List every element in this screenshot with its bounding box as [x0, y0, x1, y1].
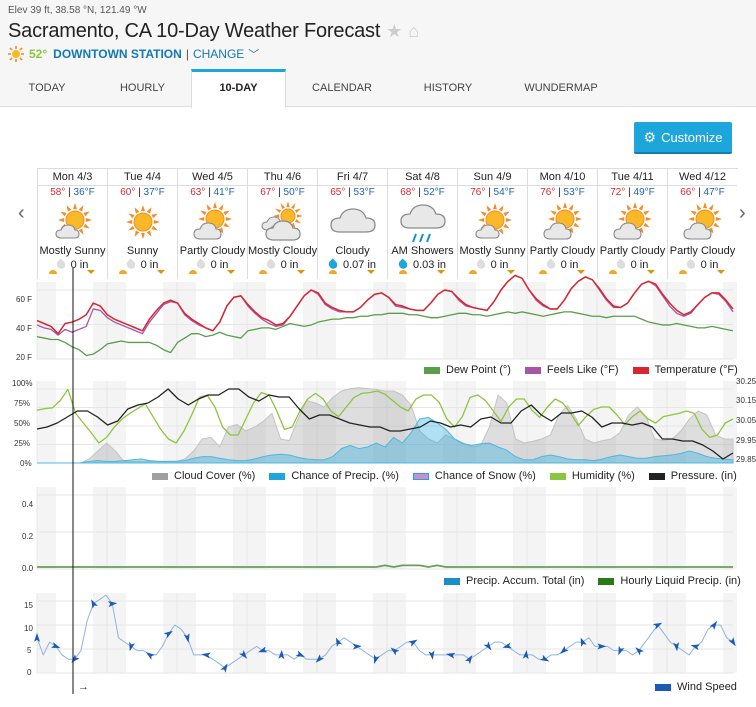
precip-legend: Precip. Accum. Total (in) Hourly Liquid …	[430, 575, 741, 587]
night-band	[37, 487, 56, 569]
temp-legend: Dew Point (°) Feels Like (°F) Temperatur…	[410, 364, 738, 376]
night-band	[443, 487, 457, 569]
temp-y-tick: 40 F	[16, 324, 33, 333]
legend-wind-speed[interactable]: Wind Speed	[655, 681, 737, 693]
night-band	[247, 487, 266, 569]
night-band	[527, 487, 546, 569]
sky-y-tick-left: 75%	[14, 399, 31, 408]
night-band	[93, 282, 107, 359]
night-band	[653, 593, 667, 673]
night-band	[177, 381, 196, 463]
night-band	[583, 282, 597, 359]
wind-legend: Wind Speed	[641, 681, 737, 693]
night-band	[387, 282, 406, 359]
night-band	[247, 593, 266, 673]
night-band	[163, 381, 177, 463]
wind-y-tick: 0	[27, 668, 32, 677]
legend-chance-precip[interactable]: Chance of Precip. (%)	[269, 470, 399, 482]
night-band	[513, 282, 527, 359]
sky-y-tick-right: 30.25	[736, 377, 756, 386]
night-band	[163, 487, 177, 569]
night-band	[513, 593, 527, 673]
sky-y-tick-left: 0%	[20, 459, 32, 468]
night-band	[443, 282, 457, 359]
night-band	[527, 282, 546, 359]
legend-hourly-precip[interactable]: Hourly Liquid Precip. (in)	[598, 575, 741, 587]
sky-y-tick-left: 100%	[12, 379, 33, 388]
night-band	[667, 487, 686, 569]
legend-humidity[interactable]: Humidity (%)	[549, 470, 635, 482]
night-band	[723, 282, 737, 359]
temp-y-tick: 20 F	[16, 353, 33, 362]
night-band	[597, 487, 616, 569]
night-band	[37, 593, 56, 673]
night-band	[583, 487, 597, 569]
night-band	[387, 593, 406, 673]
night-band	[457, 282, 476, 359]
sky-y-tick-left: 50%	[14, 419, 31, 428]
legend-feels-like[interactable]: Feels Like (°F)	[524, 364, 619, 376]
night-band	[303, 282, 317, 359]
sky-y-tick-right: 29.95	[736, 436, 756, 445]
night-band	[597, 593, 616, 673]
legend-dew-point[interactable]: Dew Point (°)	[424, 364, 511, 376]
night-band	[373, 487, 387, 569]
sky-legend: Cloud Cover (%) Chance of Precip. (%) Ch…	[138, 470, 737, 482]
night-band	[597, 282, 616, 359]
legend-temperature[interactable]: Temperature (°F)	[632, 364, 738, 376]
night-band	[233, 487, 247, 569]
night-band	[303, 593, 317, 673]
legend-pressure[interactable]: Pressure. (in)	[648, 470, 737, 482]
night-band	[37, 381, 56, 463]
night-band	[177, 487, 196, 569]
precip-y-tick: 0.0	[22, 564, 34, 573]
night-band	[667, 593, 686, 673]
night-band	[527, 593, 546, 673]
sky-y-tick-right: 30.05	[736, 416, 756, 425]
night-band	[723, 593, 737, 673]
precip-y-tick: 0.4	[22, 500, 34, 509]
night-band	[317, 593, 336, 673]
legend-precip-accum[interactable]: Precip. Accum. Total (in)	[444, 575, 584, 587]
night-band	[457, 487, 476, 569]
precip-y-tick: 0.2	[22, 532, 34, 541]
forecast-charts	[34, 268, 737, 694]
night-band	[583, 593, 597, 673]
night-band	[107, 487, 126, 569]
night-band	[443, 593, 457, 673]
wind-y-tick: 5	[27, 646, 32, 655]
sky-y-tick-left: 25%	[14, 439, 31, 448]
wind-y-tick: 10	[24, 624, 33, 633]
night-band	[723, 487, 737, 569]
legend-cloud-cover[interactable]: Cloud Cover (%)	[152, 470, 255, 482]
wind-y-tick: 15	[24, 601, 33, 610]
night-band	[513, 487, 527, 569]
night-band	[37, 282, 56, 359]
temp-y-tick: 60 F	[16, 295, 33, 304]
night-band	[93, 487, 107, 569]
sky-y-tick-right: 29.85	[736, 455, 756, 464]
night-band	[317, 487, 336, 569]
night-band	[233, 282, 247, 359]
night-band	[387, 487, 406, 569]
sky-y-tick-right: 30.15	[736, 396, 756, 405]
night-band	[653, 487, 667, 569]
legend-chance-snow[interactable]: Chance of Snow (%)	[412, 470, 536, 482]
night-band	[303, 487, 317, 569]
night-band	[457, 593, 476, 673]
night-band	[653, 282, 667, 359]
now-marker-arrow: →	[78, 681, 89, 693]
night-band	[177, 593, 196, 673]
night-band	[667, 282, 686, 359]
